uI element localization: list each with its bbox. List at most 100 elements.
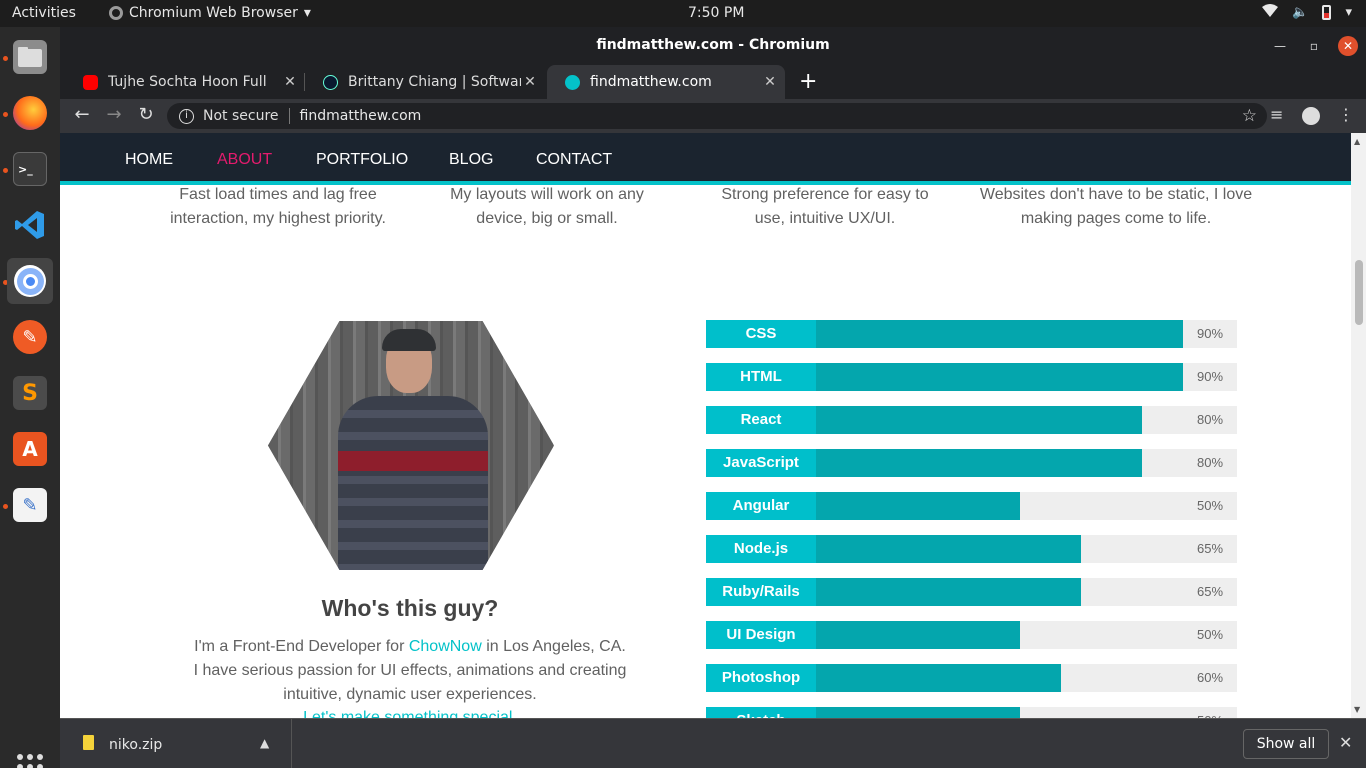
dock-sublime[interactable]: S bbox=[7, 370, 53, 416]
back-arrow-icon[interactable]: ← bbox=[70, 104, 94, 125]
files-icon bbox=[13, 40, 47, 74]
bookmark-star-icon[interactable]: ☆ bbox=[1242, 106, 1257, 126]
bio-text: intuitive, dynamic user experiences. bbox=[283, 686, 537, 703]
bio-text: I'm a Front-End Developer for bbox=[194, 638, 409, 655]
skill-percent: 50% bbox=[1196, 498, 1224, 513]
cta-link[interactable]: Let's make something special. bbox=[150, 709, 670, 718]
download-item[interactable]: niko.zip ▲ bbox=[60, 719, 292, 768]
scrollbar-thumb[interactable] bbox=[1355, 260, 1363, 325]
show-all-button[interactable]: Show all bbox=[1243, 729, 1329, 759]
nav-about[interactable]: ABOUT bbox=[217, 151, 272, 169]
close-tab-icon[interactable]: ✕ bbox=[761, 74, 779, 90]
address-bar[interactable]: i Not secure findmatthew.com ☆ bbox=[167, 103, 1267, 129]
bio-text: in Los Angeles, CA. bbox=[481, 638, 626, 655]
dock-firefox[interactable] bbox=[7, 90, 53, 136]
close-tab-icon[interactable]: ✕ bbox=[281, 74, 299, 90]
skill-fill bbox=[816, 492, 1020, 520]
close-tab-icon[interactable]: ✕ bbox=[521, 74, 539, 90]
nav-blog[interactable]: BLOG bbox=[449, 151, 493, 169]
skill-label: Ruby/Rails bbox=[706, 578, 816, 606]
dock-software-center[interactable]: A bbox=[7, 426, 53, 472]
skill-percent: 90% bbox=[1196, 326, 1224, 341]
firefox-icon bbox=[13, 96, 47, 130]
skill-fill bbox=[816, 707, 1020, 718]
close-icon[interactable]: ✕ bbox=[1339, 733, 1352, 752]
dock-chromium[interactable] bbox=[7, 258, 53, 304]
scroll-up-icon[interactable]: ▲ bbox=[1354, 137, 1360, 146]
nav-home[interactable]: HOME bbox=[125, 151, 173, 169]
skill-fill bbox=[816, 363, 1183, 391]
info-icon[interactable]: i bbox=[179, 108, 194, 124]
profile-avatar-icon[interactable] bbox=[1302, 107, 1320, 125]
show-applications-icon[interactable] bbox=[17, 754, 43, 768]
scroll-down-icon[interactable]: ▼ bbox=[1354, 705, 1360, 714]
feature-responsive: My layouts will work on any device, big … bbox=[397, 183, 697, 231]
dock-text-editor[interactable]: ✎ bbox=[7, 482, 53, 528]
skill-fill bbox=[816, 578, 1081, 606]
feature-line: making pages come to life. bbox=[1020, 210, 1212, 227]
skill-fill bbox=[816, 535, 1081, 563]
more-vert-icon[interactable]: ⋮ bbox=[1338, 105, 1354, 124]
skill-percent: 60% bbox=[1196, 670, 1224, 685]
skill-label: CSS bbox=[706, 320, 816, 348]
chromium-icon bbox=[109, 6, 123, 20]
clock[interactable]: 7:50 PM bbox=[688, 5, 744, 21]
chownow-link[interactable]: ChowNow bbox=[409, 638, 482, 655]
minimize-icon[interactable]: — bbox=[1270, 36, 1290, 56]
chevron-down-icon: ▾ bbox=[1345, 5, 1352, 20]
software-center-icon: A bbox=[13, 432, 47, 466]
system-tray[interactable]: 🔈 ▾ bbox=[1262, 4, 1352, 21]
skill-label: JavaScript bbox=[706, 449, 816, 477]
skill-fill bbox=[816, 664, 1061, 692]
skill-bar: JavaScript 80% bbox=[706, 449, 1237, 477]
skill-fill bbox=[816, 406, 1142, 434]
chevron-down-icon: ▾ bbox=[303, 5, 311, 21]
skill-label: Angular bbox=[706, 492, 816, 520]
chevron-up-icon[interactable]: ▲ bbox=[260, 736, 269, 750]
dock: >_ ✎ S A ✎ bbox=[0, 27, 60, 768]
battery-icon bbox=[1322, 5, 1332, 20]
new-tab-icon[interactable]: + bbox=[799, 69, 817, 94]
nav-portfolio[interactable]: PORTFOLIO bbox=[316, 151, 408, 169]
page-scrollbar[interactable]: ▲ ▼ bbox=[1351, 133, 1366, 718]
findmatthew-favicon-icon bbox=[565, 74, 580, 90]
brittany-favicon-icon bbox=[323, 74, 338, 90]
dock-postman[interactable]: ✎ bbox=[7, 314, 53, 360]
dock-terminal[interactable]: >_ bbox=[7, 146, 53, 192]
skill-bar: React 80% bbox=[706, 406, 1237, 434]
feature-intuitive: Strong preference for easy to use, intui… bbox=[675, 183, 975, 231]
tab-label: findmatthew.com bbox=[590, 74, 712, 90]
tab-youtube[interactable]: Tujhe Sochta Hoon Full ✕ bbox=[65, 65, 305, 99]
tab-label: Tujhe Sochta Hoon Full bbox=[108, 74, 267, 90]
app-menu-label: Chromium Web Browser bbox=[129, 5, 298, 21]
text-editor-icon: ✎ bbox=[13, 488, 47, 522]
postman-icon: ✎ bbox=[13, 320, 47, 354]
window-title: findmatthew.com - Chromium bbox=[596, 37, 830, 53]
dock-vscode[interactable] bbox=[7, 202, 53, 248]
about-bio: I'm a Front-End Developer for ChowNow in… bbox=[150, 635, 670, 707]
media-queue-icon[interactable]: ≡ bbox=[1270, 105, 1283, 124]
skill-percent: 80% bbox=[1196, 455, 1224, 470]
skill-bar: Sketch 50% bbox=[706, 707, 1237, 718]
dock-files[interactable] bbox=[7, 34, 53, 80]
skill-percent: 80% bbox=[1196, 412, 1224, 427]
tab-brittany[interactable]: Brittany Chiang | Software ✕ bbox=[305, 65, 545, 99]
tab-strip: Tujhe Sochta Hoon Full ✕ Brittany Chiang… bbox=[60, 63, 1366, 99]
app-menu[interactable]: Chromium Web Browser ▾ bbox=[109, 5, 311, 21]
security-label: Not secure bbox=[203, 108, 279, 124]
feature-line: device, big or small. bbox=[476, 210, 618, 227]
reload-icon[interactable]: ↻ bbox=[134, 104, 158, 125]
skill-label: HTML bbox=[706, 363, 816, 391]
vscode-icon bbox=[13, 208, 47, 242]
skill-bar: Angular 50% bbox=[706, 492, 1237, 520]
close-icon[interactable]: ✕ bbox=[1338, 36, 1358, 56]
nav-contact[interactable]: CONTACT bbox=[536, 151, 612, 169]
forward-arrow-icon[interactable]: → bbox=[102, 104, 126, 125]
skill-bar: Ruby/Rails 65% bbox=[706, 578, 1237, 606]
maximize-icon[interactable]: ▫ bbox=[1304, 36, 1324, 56]
downloads-bar: niko.zip ▲ Show all ✕ bbox=[60, 718, 1366, 768]
skill-percent: 65% bbox=[1196, 584, 1224, 599]
feature-line: Websites don't have to be static, I love bbox=[979, 186, 1253, 203]
activities-button[interactable]: Activities bbox=[12, 5, 76, 21]
tab-findmatthew[interactable]: findmatthew.com ✕ bbox=[547, 65, 785, 99]
